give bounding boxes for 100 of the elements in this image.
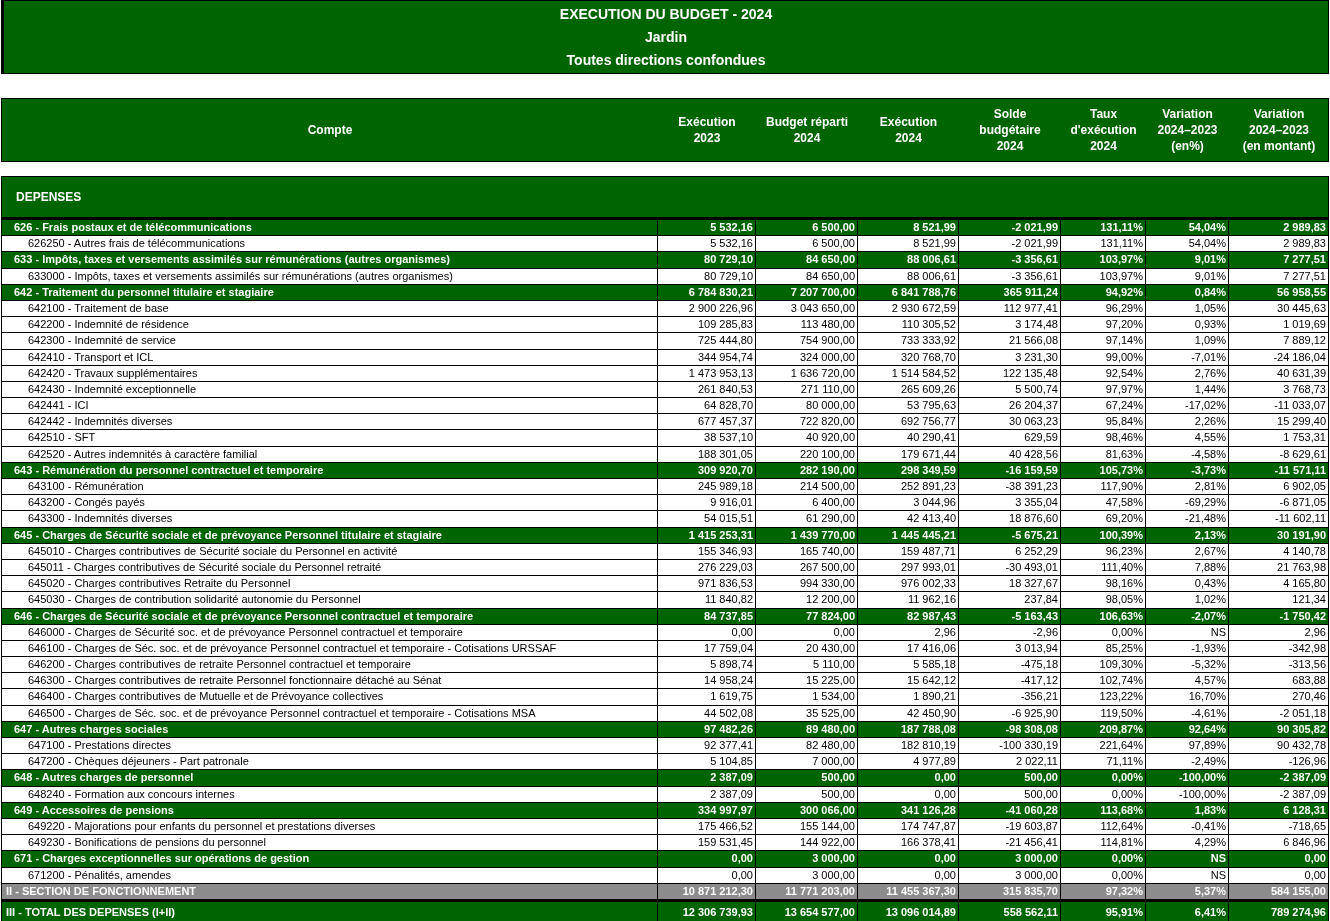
- amount-cell: 47,58%: [1061, 495, 1146, 512]
- amount-cell: 30 063,23: [959, 414, 1061, 431]
- amount-cell: -1,93%: [1146, 640, 1229, 658]
- amount-cell: 15 299,40: [1229, 414, 1329, 431]
- amount-cell: 112 977,41: [959, 300, 1061, 318]
- amount-cell: 0,00: [858, 851, 959, 868]
- amount-cell: 5 898,74: [658, 657, 756, 674]
- amount-cell: 3 044,96: [858, 495, 959, 512]
- account-cell: 642430 - Indemnité exceptionnelle: [2, 381, 658, 399]
- amount-cell: 341 126,28: [858, 802, 959, 819]
- amount-cell: 84 737,85: [658, 608, 756, 625]
- amount-cell: 88 006,61: [858, 268, 959, 285]
- amount-cell: 11 840,82: [658, 592, 756, 609]
- account-cell: 649220 - Majorations pour enfants du personnel et prestations diverses: [2, 818, 658, 836]
- amount-cell: 131,11%: [1061, 220, 1146, 237]
- amount-cell: 789 274,96: [1229, 901, 1329, 921]
- amount-cell: 121,34: [1229, 592, 1329, 609]
- amount-cell: 64 828,70: [658, 398, 756, 415]
- amount-cell: -475,18: [959, 657, 1061, 674]
- amount-cell: 188 301,05: [658, 446, 756, 463]
- amount-cell: -3,73%: [1146, 462, 1229, 479]
- amount-cell: 40 290,41: [858, 430, 959, 447]
- column-header: Exécution 2024: [878, 114, 939, 146]
- amount-cell: 2,67%: [1146, 543, 1229, 560]
- amount-cell: -3 356,61: [959, 252, 1061, 269]
- amount-cell: 692 756,77: [858, 414, 959, 431]
- amount-cell: 3 000,00: [959, 851, 1061, 868]
- amount-cell: -0,41%: [1146, 818, 1229, 836]
- account-cell: 642410 - Transport et ICL: [2, 349, 658, 366]
- amount-cell: 9 916,01: [658, 495, 756, 512]
- amount-cell: 2,26%: [1146, 414, 1229, 431]
- amount-cell: 309 920,70: [658, 462, 756, 479]
- amount-cell: -38 391,23: [959, 479, 1061, 496]
- report-subtitle: Jardin: [645, 28, 687, 46]
- amount-cell: 80 729,10: [658, 268, 756, 285]
- amount-cell: 5 110,00: [756, 657, 858, 674]
- amount-cell: -30 493,01: [959, 559, 1061, 577]
- amount-cell: -6 871,05: [1229, 495, 1329, 512]
- amount-cell: 106,63%: [1061, 608, 1146, 625]
- amount-cell: 20 430,00: [756, 640, 858, 658]
- amount-cell: 92 377,41: [658, 738, 756, 755]
- amount-cell: 6,41%: [1146, 901, 1229, 921]
- amount-cell: -11 033,07: [1229, 398, 1329, 415]
- amount-cell: 0,00: [658, 624, 756, 641]
- amount-cell: 2,81%: [1146, 479, 1229, 496]
- amount-cell: 276 229,03: [658, 559, 756, 577]
- amount-cell: 113,68%: [1061, 802, 1146, 819]
- amount-cell: 102,74%: [1061, 673, 1146, 690]
- amount-cell: 84 650,00: [756, 268, 858, 285]
- amount-cell: 90 432,78: [1229, 738, 1329, 755]
- amount-cell: 109 285,83: [658, 317, 756, 334]
- account-cell: 642300 - Indemnité de service: [2, 333, 658, 350]
- amount-cell: -3 356,61: [959, 268, 1061, 285]
- amount-cell: 35 525,00: [756, 705, 858, 722]
- amount-cell: -417,12: [959, 673, 1061, 690]
- account-cell: 642200 - Indemnité de résidence: [2, 317, 658, 334]
- amount-cell: 2 387,09: [658, 786, 756, 803]
- amount-cell: 113 480,00: [756, 317, 858, 334]
- amount-cell: 90 305,82: [1229, 721, 1329, 738]
- amount-cell: -4,61%: [1146, 705, 1229, 722]
- amount-cell: 3 768,73: [1229, 381, 1329, 399]
- amount-cell: 9,01%: [1146, 252, 1229, 269]
- amount-cell: 344 954,74: [658, 349, 756, 366]
- account-cell: 646000 - Charges de Sécurité soc. et de prévoyance Personnel contractuel et temporaire: [2, 624, 658, 641]
- amount-cell: -8 629,61: [1229, 446, 1329, 463]
- amount-cell: 182 810,19: [858, 738, 959, 755]
- amount-cell: 7 277,51: [1229, 252, 1329, 269]
- account-cell: III - TOTAL DES DEPENSES (I+II): [2, 901, 658, 921]
- amount-cell: 3 000,00: [756, 851, 858, 868]
- amount-cell: 3 355,04: [959, 495, 1061, 512]
- amount-cell: 97 482,26: [658, 721, 756, 738]
- amount-cell: 6 784 830,21: [658, 284, 756, 301]
- amount-cell: -6 925,90: [959, 705, 1061, 722]
- amount-cell: 97,32%: [1061, 883, 1146, 900]
- account-cell: 643200 - Congés payés: [2, 495, 658, 512]
- amount-cell: 109,30%: [1061, 657, 1146, 674]
- amount-cell: 722 820,00: [756, 414, 858, 431]
- amount-cell: 5,37%: [1146, 883, 1229, 900]
- amount-cell: 209,87%: [1061, 721, 1146, 738]
- amount-cell: NS: [1146, 867, 1229, 884]
- column-header: Solde budgétaire 2024: [978, 106, 1042, 154]
- amount-cell: NS: [1146, 851, 1229, 868]
- account-cell: 645020 - Charges contributives Retraite du Personnel: [2, 576, 658, 593]
- amount-cell: 1,05%: [1146, 300, 1229, 318]
- amount-cell: 3 043 650,00: [756, 300, 858, 318]
- amount-cell: 103,97%: [1061, 252, 1146, 269]
- column-header: Exécution 2023: [677, 114, 737, 146]
- amount-cell: 80 000,00: [756, 398, 858, 415]
- account-cell: 642510 - SFT: [2, 430, 658, 447]
- amount-cell: 85,25%: [1061, 640, 1146, 658]
- amount-cell: 97,89%: [1146, 738, 1229, 755]
- amount-cell: 2 900 226,96: [658, 300, 756, 318]
- amount-cell: 297 993,01: [858, 559, 959, 577]
- amount-cell: 2 387,09: [658, 770, 756, 787]
- amount-cell: 187 788,08: [858, 721, 959, 738]
- account-cell: 646300 - Charges contributives de retraite Personnel fonctionnaire détaché au Sénat: [2, 673, 658, 690]
- amount-cell: 99,00%: [1061, 349, 1146, 366]
- amount-cell: 103,97%: [1061, 268, 1146, 285]
- amount-cell: 159 487,71: [858, 543, 959, 560]
- amount-cell: 271 110,00: [756, 381, 858, 399]
